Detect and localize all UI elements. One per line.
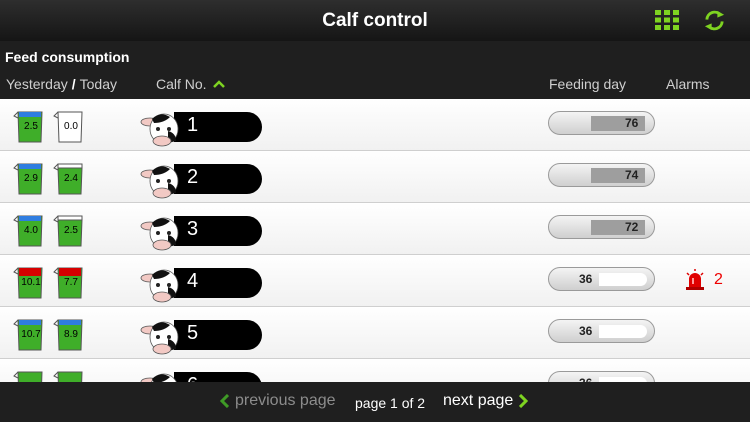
feeding-day-bar: 74: [548, 163, 655, 187]
calf-number: 1: [187, 114, 199, 136]
feeding-day-value: 36: [579, 272, 593, 286]
cup-yesterday: 4.0: [12, 212, 48, 248]
column-feeding-day: Feeding day: [549, 76, 627, 92]
column-today: Today: [79, 76, 117, 92]
feeding-day-bar: 76: [548, 111, 655, 135]
cup-today: 7.7: [52, 264, 88, 300]
calf-number: 5: [187, 322, 199, 344]
alarm-count: 2: [714, 271, 723, 288]
previous-page-button[interactable]: previous page: [220, 392, 336, 410]
sort-ascending-icon: [212, 80, 225, 88]
feeding-day-bar: 36: [548, 371, 655, 382]
column-separator: /: [71, 76, 76, 92]
feeding-day-bar: 36: [548, 319, 655, 343]
pagination-bar: previous page page 1 of 2 next page: [0, 382, 750, 422]
section-title: Feed consumption: [5, 49, 130, 65]
cup-yesterday-value: 2.5: [24, 121, 38, 132]
cup-today-value: 8.9: [64, 329, 78, 340]
calf-number: 6: [187, 374, 198, 382]
app-title: Calf control: [322, 9, 428, 31]
table-row[interactable]: 2.9 2.4 2 74: [0, 151, 750, 203]
calf-list: 2.5 0.0 1 76 2.9 2.4 2 74 4.0 2.5 3 72 1…: [0, 99, 750, 382]
cup-today: [52, 368, 88, 382]
table-row[interactable]: 6 36: [0, 359, 750, 382]
calf-number: 4: [187, 270, 199, 292]
calf-badge[interactable]: 6: [140, 367, 264, 382]
cup-today: 8.9: [52, 316, 88, 352]
calf-head-icon: [140, 113, 179, 147]
cup-today: 2.5: [52, 212, 88, 248]
calf-badge[interactable]: 1: [140, 107, 264, 147]
cup-yesterday: 2.5: [12, 108, 48, 144]
calf-badge[interactable]: 5: [140, 315, 264, 355]
feeding-day-value: 74: [625, 168, 639, 182]
cup-today-value: 7.7: [64, 277, 78, 288]
next-page-button[interactable]: next page: [443, 392, 529, 410]
alarm-indicator[interactable]: 2: [684, 269, 723, 291]
calf-badge[interactable]: 2: [140, 159, 264, 199]
cup-yesterday-value: 2.9: [24, 173, 38, 184]
next-page-label: next page: [443, 392, 514, 409]
column-yesterday-today: Yesterday / Today: [6, 76, 117, 92]
calf-head-icon: [140, 165, 179, 199]
feeding-day-value: 36: [579, 324, 593, 338]
page-indicator: page 1 of 2: [355, 395, 426, 411]
cup-yesterday: 10.7: [12, 316, 48, 352]
cup-yesterday: 10.1: [12, 264, 48, 300]
table-row[interactable]: 2.5 0.0 1 76: [0, 99, 750, 151]
cup-today-value: 2.4: [64, 173, 78, 184]
grid-menu-icon[interactable]: [655, 10, 679, 30]
cup-yesterday-value: 10.7: [21, 329, 41, 340]
table-row[interactable]: 10.1 7.7 4 36 2: [0, 255, 750, 307]
calf-number: 2: [187, 166, 199, 188]
table-row[interactable]: 4.0 2.5 3 72: [0, 203, 750, 255]
cup-green-icon: [53, 371, 83, 382]
feeding-day-value: 72: [625, 220, 639, 234]
feeding-day-bar: 72: [548, 215, 655, 239]
table-row[interactable]: 10.7 8.9 5 36: [0, 307, 750, 359]
calf-head-icon: [140, 373, 177, 382]
column-calf-no-label: Calf No.: [156, 76, 207, 92]
feeding-day-track: [599, 273, 647, 286]
table-header: Feed consumption Yesterday / Today Calf …: [0, 41, 750, 99]
feeding-day-track: [599, 325, 647, 338]
column-calf-no[interactable]: Calf No.: [156, 76, 225, 92]
cup-yesterday-value: 10.1: [21, 277, 41, 288]
cup-yesterday: 2.9: [12, 160, 48, 196]
feeding-day-value: 76: [625, 116, 639, 130]
chevron-right-icon: [519, 394, 529, 408]
calf-badge[interactable]: 3: [140, 211, 264, 251]
calf-badge[interactable]: 4: [140, 263, 264, 303]
feeding-day-bar: 36: [548, 267, 655, 291]
refresh-icon[interactable]: [703, 9, 726, 32]
previous-page-label: previous page: [235, 392, 336, 409]
column-alarms: Alarms: [666, 76, 710, 92]
calf-number: 3: [187, 218, 199, 240]
siren-icon: [686, 269, 704, 290]
calf-head-icon: [140, 217, 179, 251]
calf-head-icon: [140, 269, 179, 303]
column-yesterday: Yesterday: [6, 76, 68, 92]
cup-today: 0.0: [52, 108, 88, 144]
cup-yesterday: [12, 368, 48, 382]
cup-today-value: 0.0: [64, 121, 78, 132]
calf-head-icon: [140, 321, 179, 355]
cup-today: 2.4: [52, 160, 88, 196]
chevron-left-icon: [220, 394, 229, 408]
cup-today-value: 2.5: [64, 225, 78, 236]
app-header: Calf control: [0, 0, 750, 41]
cup-green-icon: [13, 371, 43, 382]
cup-yesterday-value: 4.0: [24, 225, 38, 236]
